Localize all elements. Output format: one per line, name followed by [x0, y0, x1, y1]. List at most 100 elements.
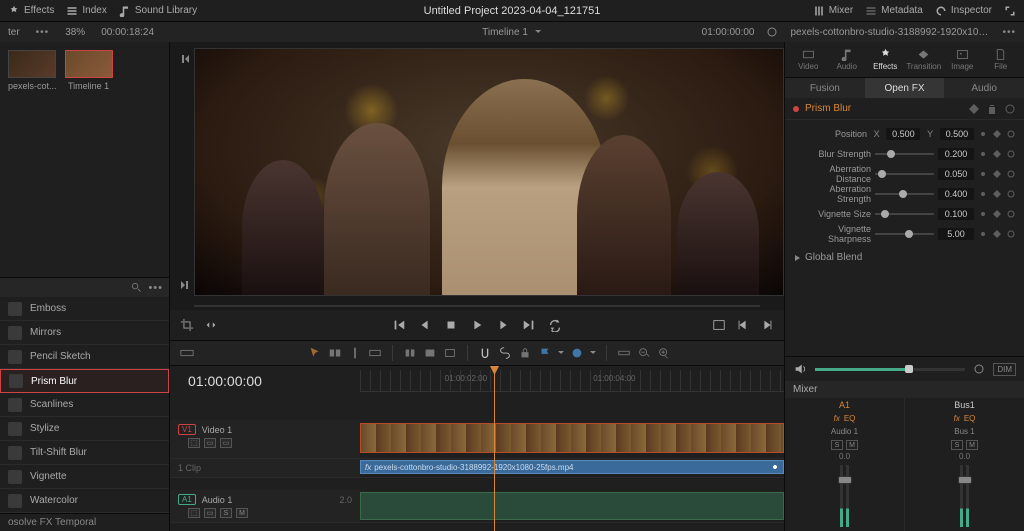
loop-icon[interactable] — [548, 318, 562, 332]
param-kf2-1[interactable] — [992, 169, 1002, 179]
clip-options-icon[interactable]: ••• — [1002, 27, 1016, 38]
media-thumb-timeline[interactable]: Timeline 1 — [65, 50, 113, 91]
step-back-icon[interactable] — [418, 318, 432, 332]
pos-kf-icon[interactable] — [978, 129, 988, 139]
ch-solo[interactable]: S — [831, 440, 843, 450]
param-slider-1[interactable] — [875, 173, 934, 175]
options-icon[interactable]: ••• — [36, 27, 50, 38]
inspector-tab-audio[interactable]: Audio — [828, 48, 867, 71]
param-reset-4[interactable] — [1006, 229, 1016, 239]
playhead[interactable] — [494, 366, 495, 531]
marker-icon[interactable] — [570, 346, 584, 360]
bypass-icon[interactable] — [766, 26, 778, 38]
tab-sound-library[interactable]: Sound Library — [119, 5, 197, 17]
position-x[interactable]: 0.500 — [886, 128, 920, 140]
ripple-tool-icon[interactable] — [368, 346, 382, 360]
inspector-tab-effects[interactable]: Effects — [866, 48, 905, 71]
param-kf2-3[interactable] — [992, 209, 1002, 219]
fx-item-pencil-sketch[interactable]: Pencil Sketch — [0, 345, 169, 369]
timeline-name[interactable]: Timeline 1 — [482, 27, 528, 38]
prev-edit-icon[interactable] — [736, 318, 750, 332]
fx-item-scanlines[interactable]: Scanlines — [0, 393, 169, 417]
ch-fader[interactable] — [785, 461, 904, 531]
ch-type[interactable]: Bus 1 — [950, 425, 978, 438]
mark-out-icon[interactable] — [180, 280, 190, 290]
param-slider-2[interactable] — [875, 193, 934, 195]
expand-icon[interactable] — [1004, 5, 1016, 17]
tab-metadata[interactable]: Metadata — [865, 5, 923, 17]
inspector-tab-transition[interactable]: Transition — [905, 48, 944, 71]
stop-icon[interactable] — [444, 318, 458, 332]
fx-item-mirrors[interactable]: Mirrors — [0, 321, 169, 345]
fx-item-stylize[interactable]: Stylize — [0, 417, 169, 441]
fx-category[interactable]: osolve FX Temporal — [0, 513, 169, 531]
overwrite-icon[interactable] — [423, 346, 437, 360]
audio-track-head[interactable]: A1Audio 12.0 ⬚▭SM — [170, 490, 360, 522]
position-y[interactable]: 0.500 — [940, 128, 974, 140]
speaker-icon[interactable] — [793, 362, 807, 376]
mute-toggle-icon[interactable] — [973, 363, 985, 375]
next-edit-icon[interactable] — [760, 318, 774, 332]
fx-item-emboss[interactable]: Emboss — [0, 297, 169, 321]
marker-chevron-icon[interactable] — [590, 350, 596, 356]
audio-auto-icon[interactable]: ▭ — [204, 508, 216, 518]
timeline-view-icon[interactable] — [180, 346, 194, 360]
param-reset-2[interactable] — [1006, 189, 1016, 199]
global-blend-toggle[interactable]: Global Blend — [785, 248, 1024, 267]
video-track-head[interactable]: V1Video 1 ⬚▭▭ — [170, 420, 360, 458]
fx-item-prism-blur[interactable]: Prism Blur — [0, 369, 169, 393]
v1-badge[interactable]: V1 — [178, 424, 196, 435]
tab-mixer[interactable]: Mixer — [813, 5, 853, 17]
param-kf-2[interactable] — [978, 189, 988, 199]
viewer-scrubber[interactable] — [194, 305, 760, 307]
inspector-tab-video[interactable]: Video — [789, 48, 828, 71]
param-kf-4[interactable] — [978, 229, 988, 239]
jump-start-icon[interactable] — [392, 318, 406, 332]
param-kf2-4[interactable] — [992, 229, 1002, 239]
volume-slider[interactable] — [815, 368, 965, 371]
lock-track-icon[interactable]: ⬚ — [188, 438, 200, 448]
a1-badge[interactable]: A1 — [178, 494, 196, 505]
param-reset-1[interactable] — [1006, 169, 1016, 179]
tab-inspector[interactable]: Inspector — [935, 5, 992, 17]
nav-arrows-icon[interactable] — [204, 318, 218, 332]
param-kf-3[interactable] — [978, 209, 988, 219]
inspector-subtab-audio[interactable]: Audio — [944, 78, 1024, 98]
param-value-0[interactable]: 0.200 — [938, 148, 974, 160]
play-icon[interactable] — [470, 318, 484, 332]
step-fwd-icon[interactable] — [496, 318, 510, 332]
fx-search-options[interactable]: ••• — [148, 282, 163, 294]
zoom-slider-icon[interactable] — [617, 346, 631, 360]
auto-select-icon[interactable]: ▭ — [204, 438, 216, 448]
param-kf-0[interactable] — [978, 149, 988, 159]
match-frame-icon[interactable] — [712, 318, 726, 332]
param-slider-0[interactable] — [875, 153, 934, 155]
fx-enable-dot[interactable] — [793, 106, 799, 112]
param-value-1[interactable]: 0.050 — [938, 168, 974, 180]
mark-in-icon[interactable] — [180, 54, 190, 64]
visible-icon[interactable]: ▭ — [220, 438, 232, 448]
blade-tool-icon[interactable] — [348, 346, 362, 360]
ch-mute[interactable]: M — [846, 440, 858, 450]
fx-item-tilt-shift-blur[interactable]: Tilt-Shift Blur — [0, 441, 169, 465]
param-kf2-0[interactable] — [992, 149, 1002, 159]
ch-mute[interactable]: M — [966, 440, 978, 450]
fx-keyframe-icon[interactable] — [968, 103, 980, 115]
param-slider-4[interactable] — [875, 233, 934, 235]
pos-kf2-icon[interactable] — [992, 129, 1002, 139]
insert-icon[interactable] — [403, 346, 417, 360]
param-value-3[interactable]: 0.100 — [938, 208, 974, 220]
dim-button[interactable]: DIM — [993, 363, 1016, 376]
tab-index[interactable]: Index — [66, 5, 106, 17]
video-clip[interactable] — [360, 423, 784, 453]
viewer[interactable] — [194, 48, 784, 296]
inspector-subtab-open-fx[interactable]: Open FX — [865, 78, 945, 98]
media-thumb-clip[interactable]: pexels-cot... — [8, 50, 57, 91]
zoom-out-icon[interactable] — [637, 346, 651, 360]
viewer-zoom[interactable]: 38% — [65, 27, 85, 38]
audio-clip[interactable] — [360, 492, 784, 520]
jump-end-icon[interactable] — [522, 318, 536, 332]
ch-type[interactable]: Audio 1 — [827, 425, 862, 438]
inspector-tab-file[interactable]: File — [982, 48, 1021, 71]
fx-item-vignette[interactable]: Vignette — [0, 465, 169, 489]
